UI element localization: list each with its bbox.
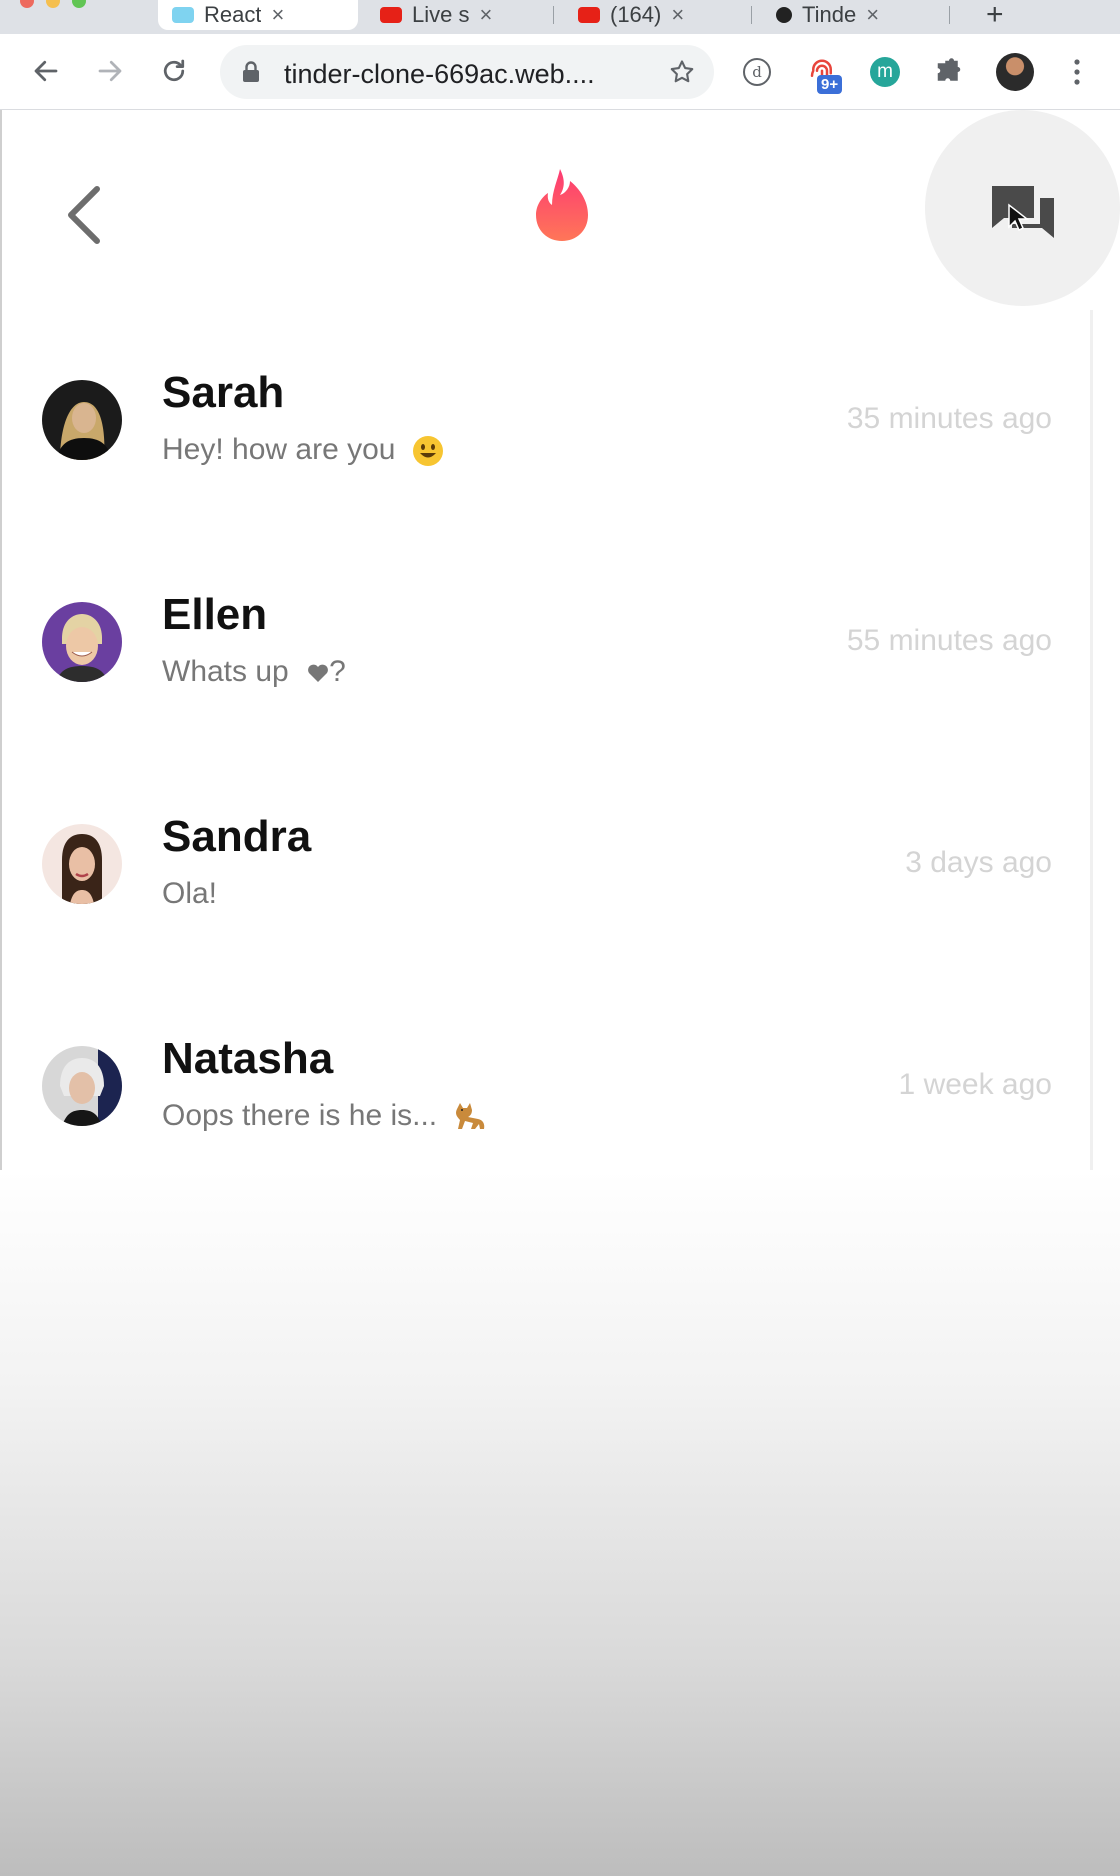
star-icon[interactable] (668, 58, 696, 86)
browser-tabstrip: React × Live s × (164) × Tinde × + (0, 0, 1120, 34)
chat-name: Sandra (162, 812, 312, 861)
arrow-left-icon (34, 60, 58, 82)
browser-back-button[interactable] (26, 51, 66, 91)
kebab-menu-icon (1074, 59, 1080, 85)
extension-badge: 9+ (817, 75, 843, 94)
plus-icon: + (986, 0, 1004, 30)
extension-fingerprint-button[interactable]: 9+ (803, 53, 843, 94)
tab-title: React (204, 2, 262, 27)
maximize-window-button[interactable] (72, 0, 86, 8)
chat-row-natasha[interactable]: Natasha Oops there is he is... 1 week ag… (0, 976, 1090, 1198)
tinder-favicon-icon (776, 7, 792, 23)
profile-button[interactable] (996, 53, 1034, 91)
chats-button[interactable] (985, 175, 1061, 251)
chat-name: Sarah (162, 368, 285, 417)
close-window-button[interactable] (20, 0, 34, 8)
browser-tab-2[interactable]: Live s × (366, 0, 550, 30)
chat-row-sandra[interactable]: Sandra Ola! 3 days ago (0, 754, 1090, 976)
chat-message-text: Whats up (162, 655, 289, 688)
window-controls (20, 0, 86, 8)
tab-title: Live s (412, 2, 470, 27)
browser-tab-1[interactable]: React × (158, 0, 358, 30)
browser-toolbar: tinder-clone-669ac.web.... d 9+ m (0, 34, 1120, 110)
tinder-flame-icon (536, 169, 588, 241)
avatar (42, 824, 122, 904)
chat-message: Hey! how are you (162, 433, 444, 467)
address-bar[interactable]: tinder-clone-669ac.web.... (220, 45, 714, 99)
chat-message: Oops there is he is... (162, 1099, 487, 1133)
extension-m-icon: m (870, 57, 900, 87)
chat-message-text: Hey! how are you (162, 433, 396, 466)
new-tab-button[interactable]: + (972, 0, 1012, 30)
browser-reload-button[interactable] (154, 51, 194, 91)
chat-timestamp: 55 minutes ago (846, 624, 1052, 657)
chat-message: Whats up ? (162, 655, 346, 689)
lock-icon (243, 61, 259, 82)
chat-message-text: Oops there is he is... (162, 1099, 438, 1132)
app-header (0, 110, 1120, 310)
heart-emoji-icon (308, 664, 328, 683)
chat-name: Natasha (162, 1034, 334, 1083)
arrow-right-icon (98, 60, 122, 82)
browser-forward-button[interactable] (90, 51, 130, 91)
chat-row-sarah[interactable]: Sarah Hey! how are you 35 minutes ago (0, 310, 1090, 532)
reload-icon (163, 59, 185, 82)
profile-avatar (996, 53, 1034, 91)
bottom-background-gradient (0, 1170, 1120, 1876)
chat-row-ellen[interactable]: Ellen Whats up ? 55 minutes ago (0, 532, 1090, 754)
smiley-emoji-icon (412, 436, 443, 467)
tab-separator (949, 6, 950, 24)
avatar (42, 380, 122, 460)
chevron-left-icon (68, 186, 100, 244)
tab-separator (553, 6, 554, 24)
youtube-favicon-icon (578, 7, 600, 23)
chat-message-suffix: ? (329, 655, 346, 688)
react-favicon-icon (172, 7, 194, 23)
tab-close-icon[interactable]: × (479, 2, 492, 28)
address-bar-url[interactable]: tinder-clone-669ac.web.... (284, 59, 595, 90)
extension-d-icon: d (743, 58, 771, 86)
chat-name: Ellen (162, 590, 268, 639)
chat-timestamp: 35 minutes ago (846, 402, 1052, 435)
minimize-window-button[interactable] (46, 0, 60, 8)
browser-tab-3[interactable]: (164) × (564, 0, 748, 30)
chat-message: Ola! (162, 877, 217, 911)
extension-d-button[interactable]: d (738, 53, 776, 91)
puzzle-icon (937, 58, 961, 81)
browser-tab-4[interactable]: Tinde × (762, 0, 946, 30)
tinder-logo[interactable] (530, 167, 594, 248)
chat-message-text: Ola! (162, 877, 218, 910)
extension-m-button[interactable]: m (866, 53, 904, 91)
extensions-button[interactable] (930, 53, 968, 91)
youtube-favicon-icon (380, 7, 402, 23)
tab-close-icon[interactable]: × (866, 2, 879, 28)
avatar (42, 602, 122, 682)
scrollbar-track[interactable] (1090, 310, 1093, 1200)
back-button[interactable] (55, 175, 111, 255)
tab-close-icon[interactable]: × (271, 2, 284, 28)
tab-close-icon[interactable]: × (671, 2, 684, 28)
cursor-icon (1008, 203, 1029, 232)
avatar (42, 1046, 122, 1126)
chat-timestamp: 3 days ago (905, 846, 1052, 879)
browser-menu-button[interactable] (1058, 53, 1096, 91)
cat-emoji-icon (456, 1103, 485, 1130)
chat-timestamp: 1 week ago (898, 1068, 1052, 1101)
tab-title: Tinde (802, 2, 857, 27)
tab-separator (751, 6, 752, 24)
tab-title: (164) (610, 2, 662, 27)
